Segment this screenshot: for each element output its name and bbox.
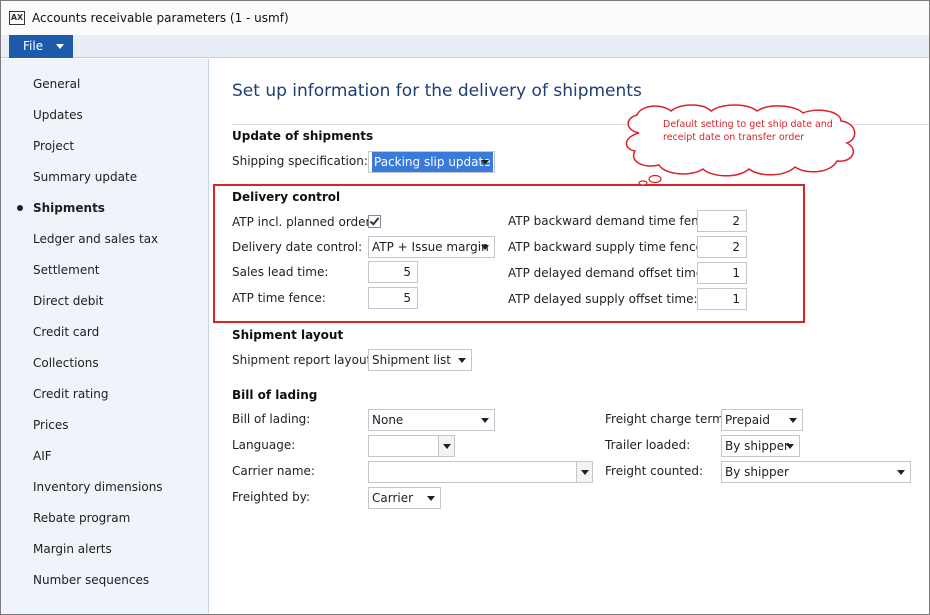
sidebar-item-margin-alerts[interactable]: Margin alerts [33, 542, 112, 556]
bill-of-lading-label: Bill of lading: [232, 412, 311, 426]
app-icon: AX [9, 11, 25, 25]
shipment-report-layout-select[interactable]: Shipment list [368, 349, 472, 371]
trailer-loaded-select[interactable]: By shipper [721, 435, 800, 457]
trailer-loaded-label: Trailer loaded: [605, 438, 691, 452]
bill-of-lading-value: None [372, 413, 404, 427]
window-title: Accounts receivable parameters (1 - usmf… [32, 11, 289, 25]
shipment-report-layout-label: Shipment report layout: [232, 353, 376, 367]
freight-charge-terms-label: Freight charge terms: [605, 412, 735, 426]
sidebar-item-prices[interactable]: Prices [33, 418, 69, 432]
language-label: Language: [232, 438, 296, 452]
file-menu-button[interactable]: File [9, 35, 73, 58]
menu-bar: File [1, 35, 929, 58]
chevron-down-icon [789, 418, 797, 423]
language-select[interactable] [368, 435, 455, 457]
chevron-down-icon [581, 470, 589, 475]
sidebar-item-credit-rating[interactable]: Credit rating [33, 387, 108, 401]
freight-counted-value: By shipper [725, 465, 789, 479]
shipping-specification-label: Shipping specification: [232, 154, 368, 168]
update-of-shipments-heading: Update of shipments [232, 129, 374, 143]
cloud-tail-bubble [648, 174, 662, 184]
sidebar-item-project[interactable]: Project [33, 139, 74, 153]
chevron-down-icon [56, 44, 64, 49]
callout-text: Default setting to get ship date and rec… [663, 119, 833, 143]
sidebar-item-number-sequences[interactable]: Number sequences [33, 573, 149, 587]
freight-charge-terms-value: Prepaid [725, 413, 770, 427]
page-title: Set up information for the delivery of s… [232, 81, 642, 101]
shipping-specification-value: Packing slip update [372, 152, 493, 172]
sidebar-item-updates[interactable]: Updates [33, 108, 83, 122]
sidebar-item-ledger-and-sales-tax[interactable]: Ledger and sales tax [33, 232, 158, 246]
sidebar-item-collections[interactable]: Collections [33, 356, 99, 370]
freighted-by-value: Carrier [372, 491, 414, 505]
freight-counted-label: Freight counted: [605, 464, 704, 478]
shipment-layout-heading: Shipment layout [232, 328, 344, 342]
cloud-tail-bubble-small [638, 180, 648, 185]
callout-cloud [625, 104, 856, 185]
freighted-by-select[interactable]: Carrier [368, 487, 441, 509]
freight-counted-select[interactable]: By shipper [721, 461, 911, 483]
app-window: AX Accounts receivable parameters (1 - u… [0, 0, 930, 615]
sidebar-item-credit-card[interactable]: Credit card [33, 325, 99, 339]
bill-of-lading-heading: Bill of lading [232, 388, 318, 402]
freight-charge-terms-select[interactable]: Prepaid [721, 409, 803, 431]
dropdown-button[interactable] [438, 436, 454, 456]
sidebar-item-summary-update[interactable]: Summary update [33, 170, 137, 184]
freighted-by-label: Freighted by: [232, 490, 311, 504]
bill-of-lading-select[interactable]: None [368, 409, 495, 431]
delivery-control-highlight [213, 184, 805, 323]
sidebar-item-direct-debit[interactable]: Direct debit [33, 294, 103, 308]
title-bar: AX Accounts receivable parameters (1 - u… [1, 1, 929, 35]
carrier-name-select[interactable] [368, 461, 593, 483]
sidebar-item-aif[interactable]: AIF [33, 449, 52, 463]
sidebar-item-settlement[interactable]: Settlement [33, 263, 100, 277]
file-menu-label: File [23, 39, 44, 53]
chevron-down-icon [481, 418, 489, 423]
chevron-down-icon [481, 160, 489, 165]
sidebar-item-rebate-program[interactable]: Rebate program [33, 511, 130, 525]
dropdown-button[interactable] [576, 462, 592, 482]
chevron-down-icon [897, 470, 905, 475]
shipping-specification-select[interactable]: Packing slip update [368, 151, 495, 173]
sidebar-item-inventory-dimensions[interactable]: Inventory dimensions [33, 480, 163, 494]
chevron-down-icon [443, 444, 451, 449]
sidebar-nav: General Updates Project Summary update S… [1, 59, 209, 614]
sidebar-item-shipments[interactable]: Shipments [33, 201, 105, 215]
active-item-bullet-icon [17, 205, 23, 211]
sidebar-item-general[interactable]: General [33, 77, 80, 91]
trailer-loaded-value: By shipper [725, 439, 789, 453]
shipment-report-layout-value: Shipment list [372, 353, 451, 367]
carrier-name-label: Carrier name: [232, 464, 315, 478]
chevron-down-icon [427, 496, 435, 501]
chevron-down-icon [786, 444, 794, 449]
chevron-down-icon [458, 358, 466, 363]
